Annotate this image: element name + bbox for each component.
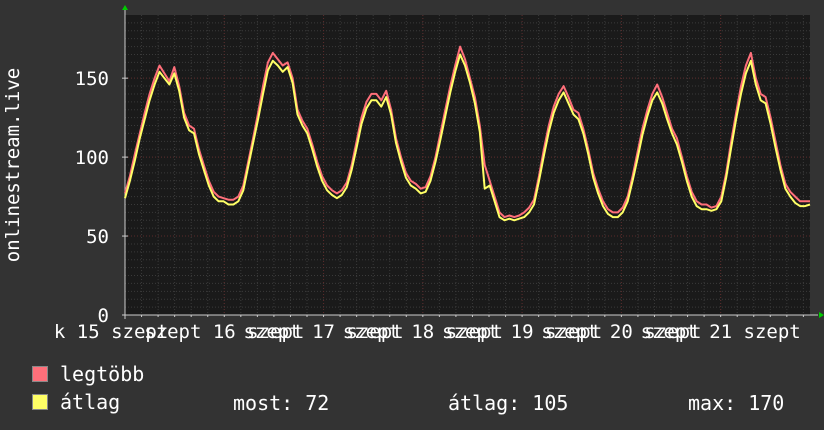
stat-max: max: 170 (688, 391, 785, 415)
y-tick-label: 50 (86, 226, 109, 248)
legend-swatch-avg (32, 394, 48, 410)
stat-average: átlag: 105 (448, 391, 569, 415)
x-axis-arrow (819, 312, 824, 318)
legend-label-avg: átlag (60, 390, 121, 414)
y-axis-arrow (122, 5, 128, 10)
legend-item-avg: átlag (32, 391, 120, 413)
stat-now: most: 72 (233, 391, 330, 415)
y-tick-label: 150 (75, 68, 109, 90)
y-axis-label: onlinestream.live (2, 68, 24, 262)
legend-label-max: legtöbb (60, 362, 145, 386)
y-tick-labels: 050100150 (75, 68, 109, 327)
legend-swatch-max (32, 366, 48, 382)
y-tick-label: 100 (75, 147, 109, 169)
x-tick-label: szept 21 szept (641, 321, 801, 343)
legend-item-max: legtöbb (32, 363, 144, 385)
x-tick-labels: k 15 szeptszept 16 szeptszept 17 szeptsz… (54, 321, 801, 343)
